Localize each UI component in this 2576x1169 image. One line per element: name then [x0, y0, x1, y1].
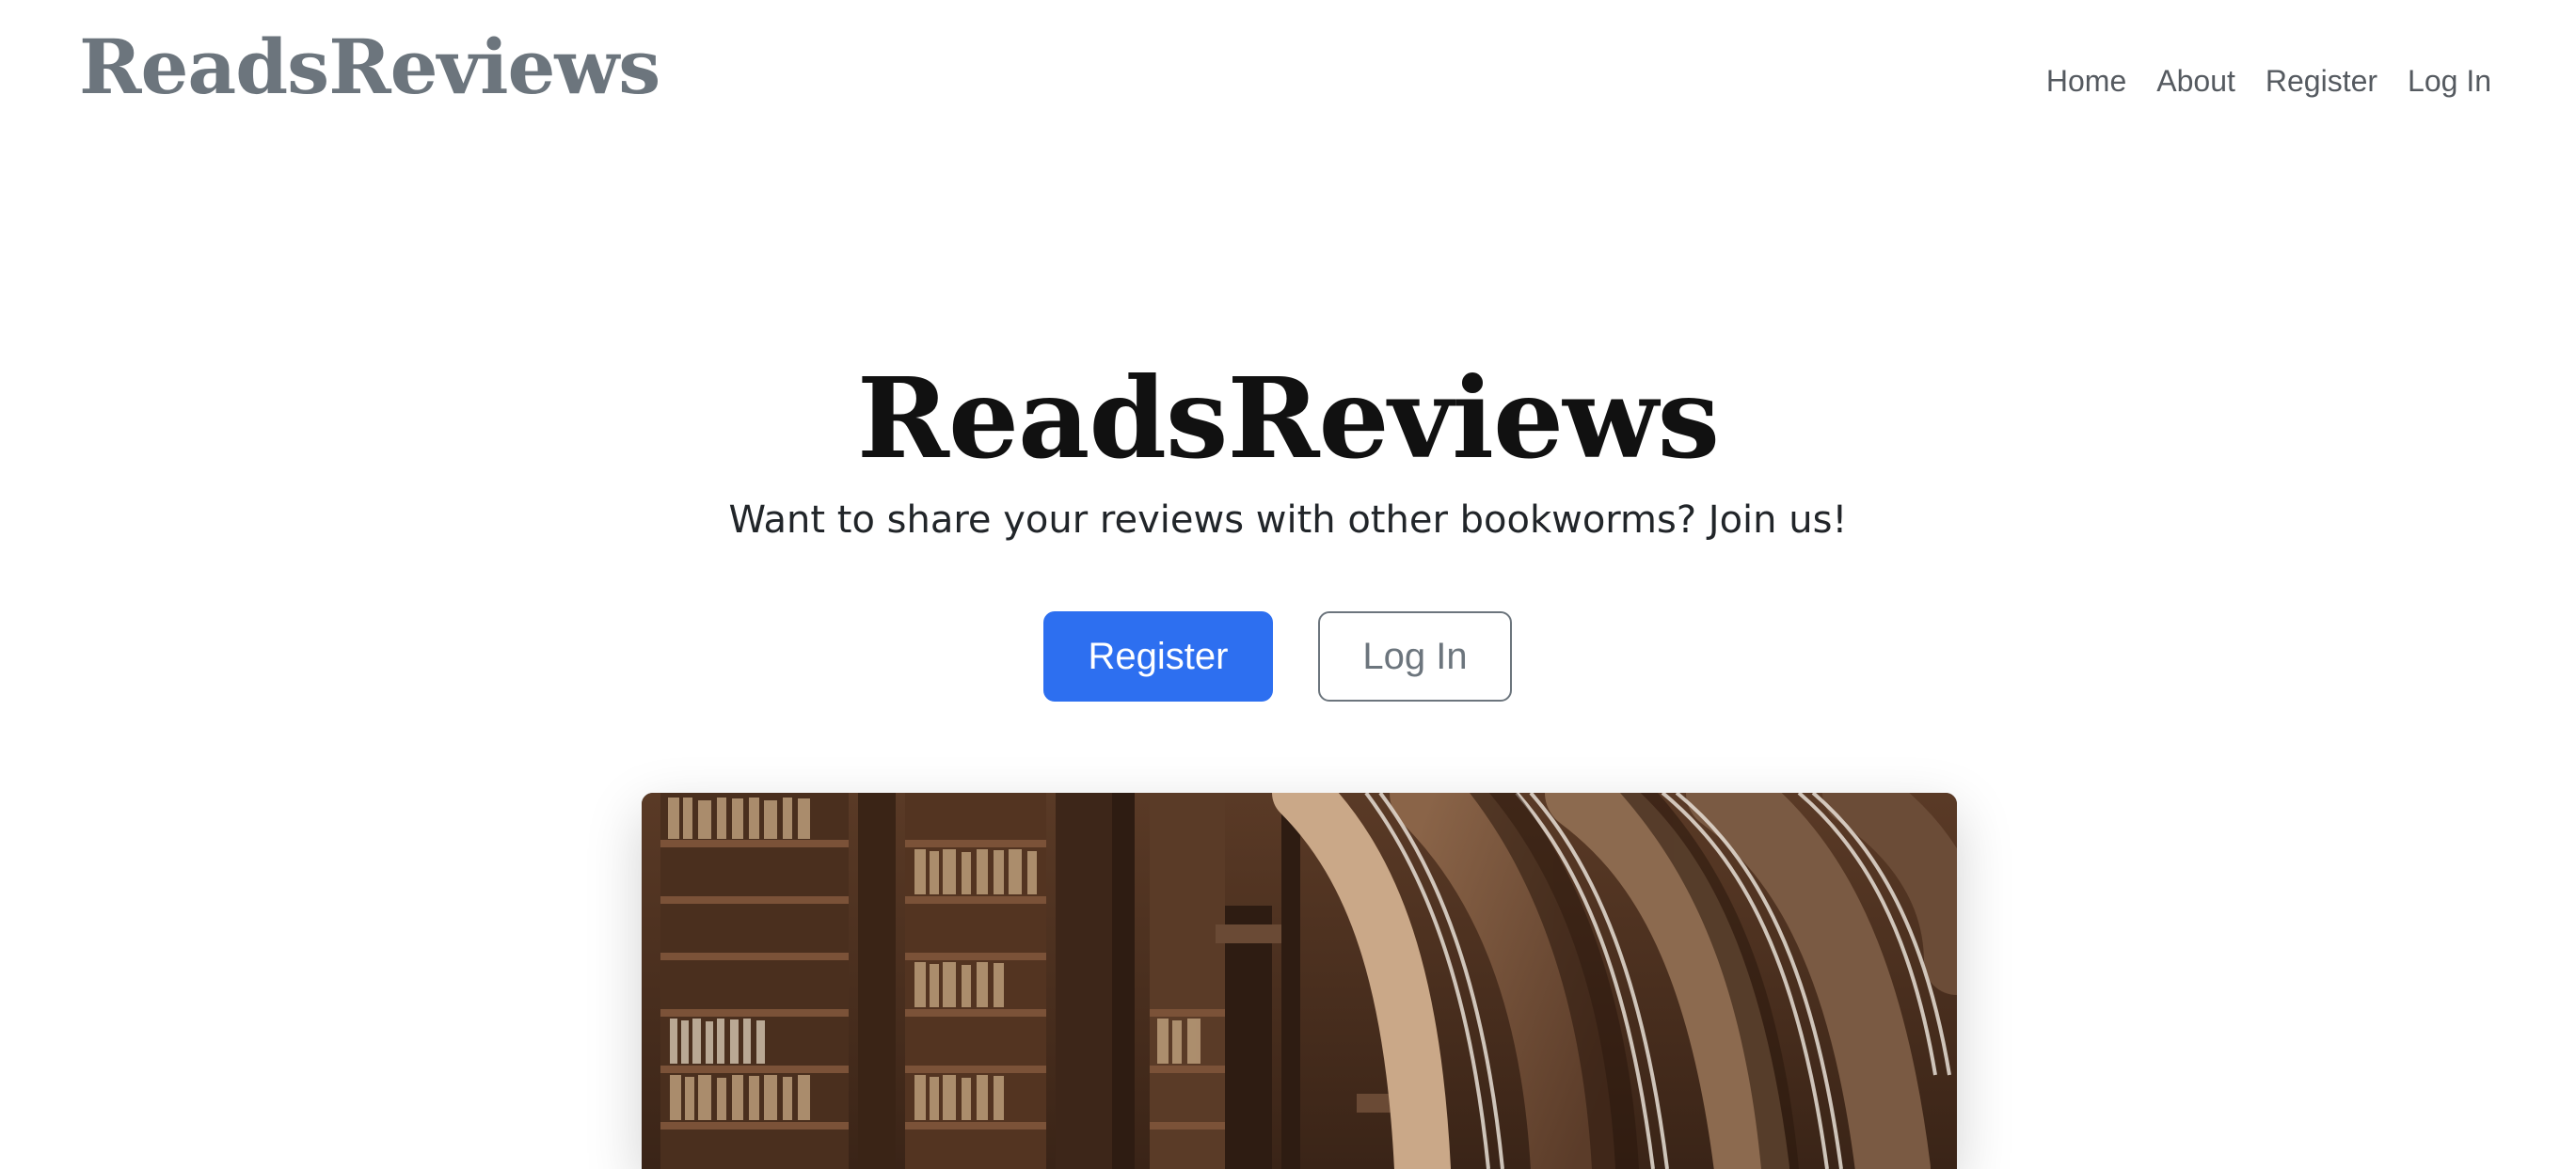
login-button[interactable]: Log In	[1318, 611, 1512, 702]
hero-subtitle: Want to share your reviews with other bo…	[728, 498, 1848, 542]
hero-buttons: Register Log In	[0, 611, 2576, 702]
brand-logo[interactable]: ReadsReviews	[79, 17, 660, 117]
nav-link-login[interactable]: Log In	[2393, 60, 2506, 102]
top-nav: Home About Register Log In	[2031, 60, 2506, 102]
nav-link-about[interactable]: About	[2141, 60, 2250, 102]
hero-section: ReadsReviews Want to share your reviews …	[0, 348, 2576, 547]
nav-link-home[interactable]: Home	[2031, 60, 2141, 102]
hero-title: ReadsReviews	[856, 353, 1720, 483]
library-image	[642, 793, 1957, 1169]
register-button[interactable]: Register	[1043, 611, 1273, 702]
nav-link-register[interactable]: Register	[2250, 60, 2393, 102]
library-illustration	[642, 793, 1957, 1169]
